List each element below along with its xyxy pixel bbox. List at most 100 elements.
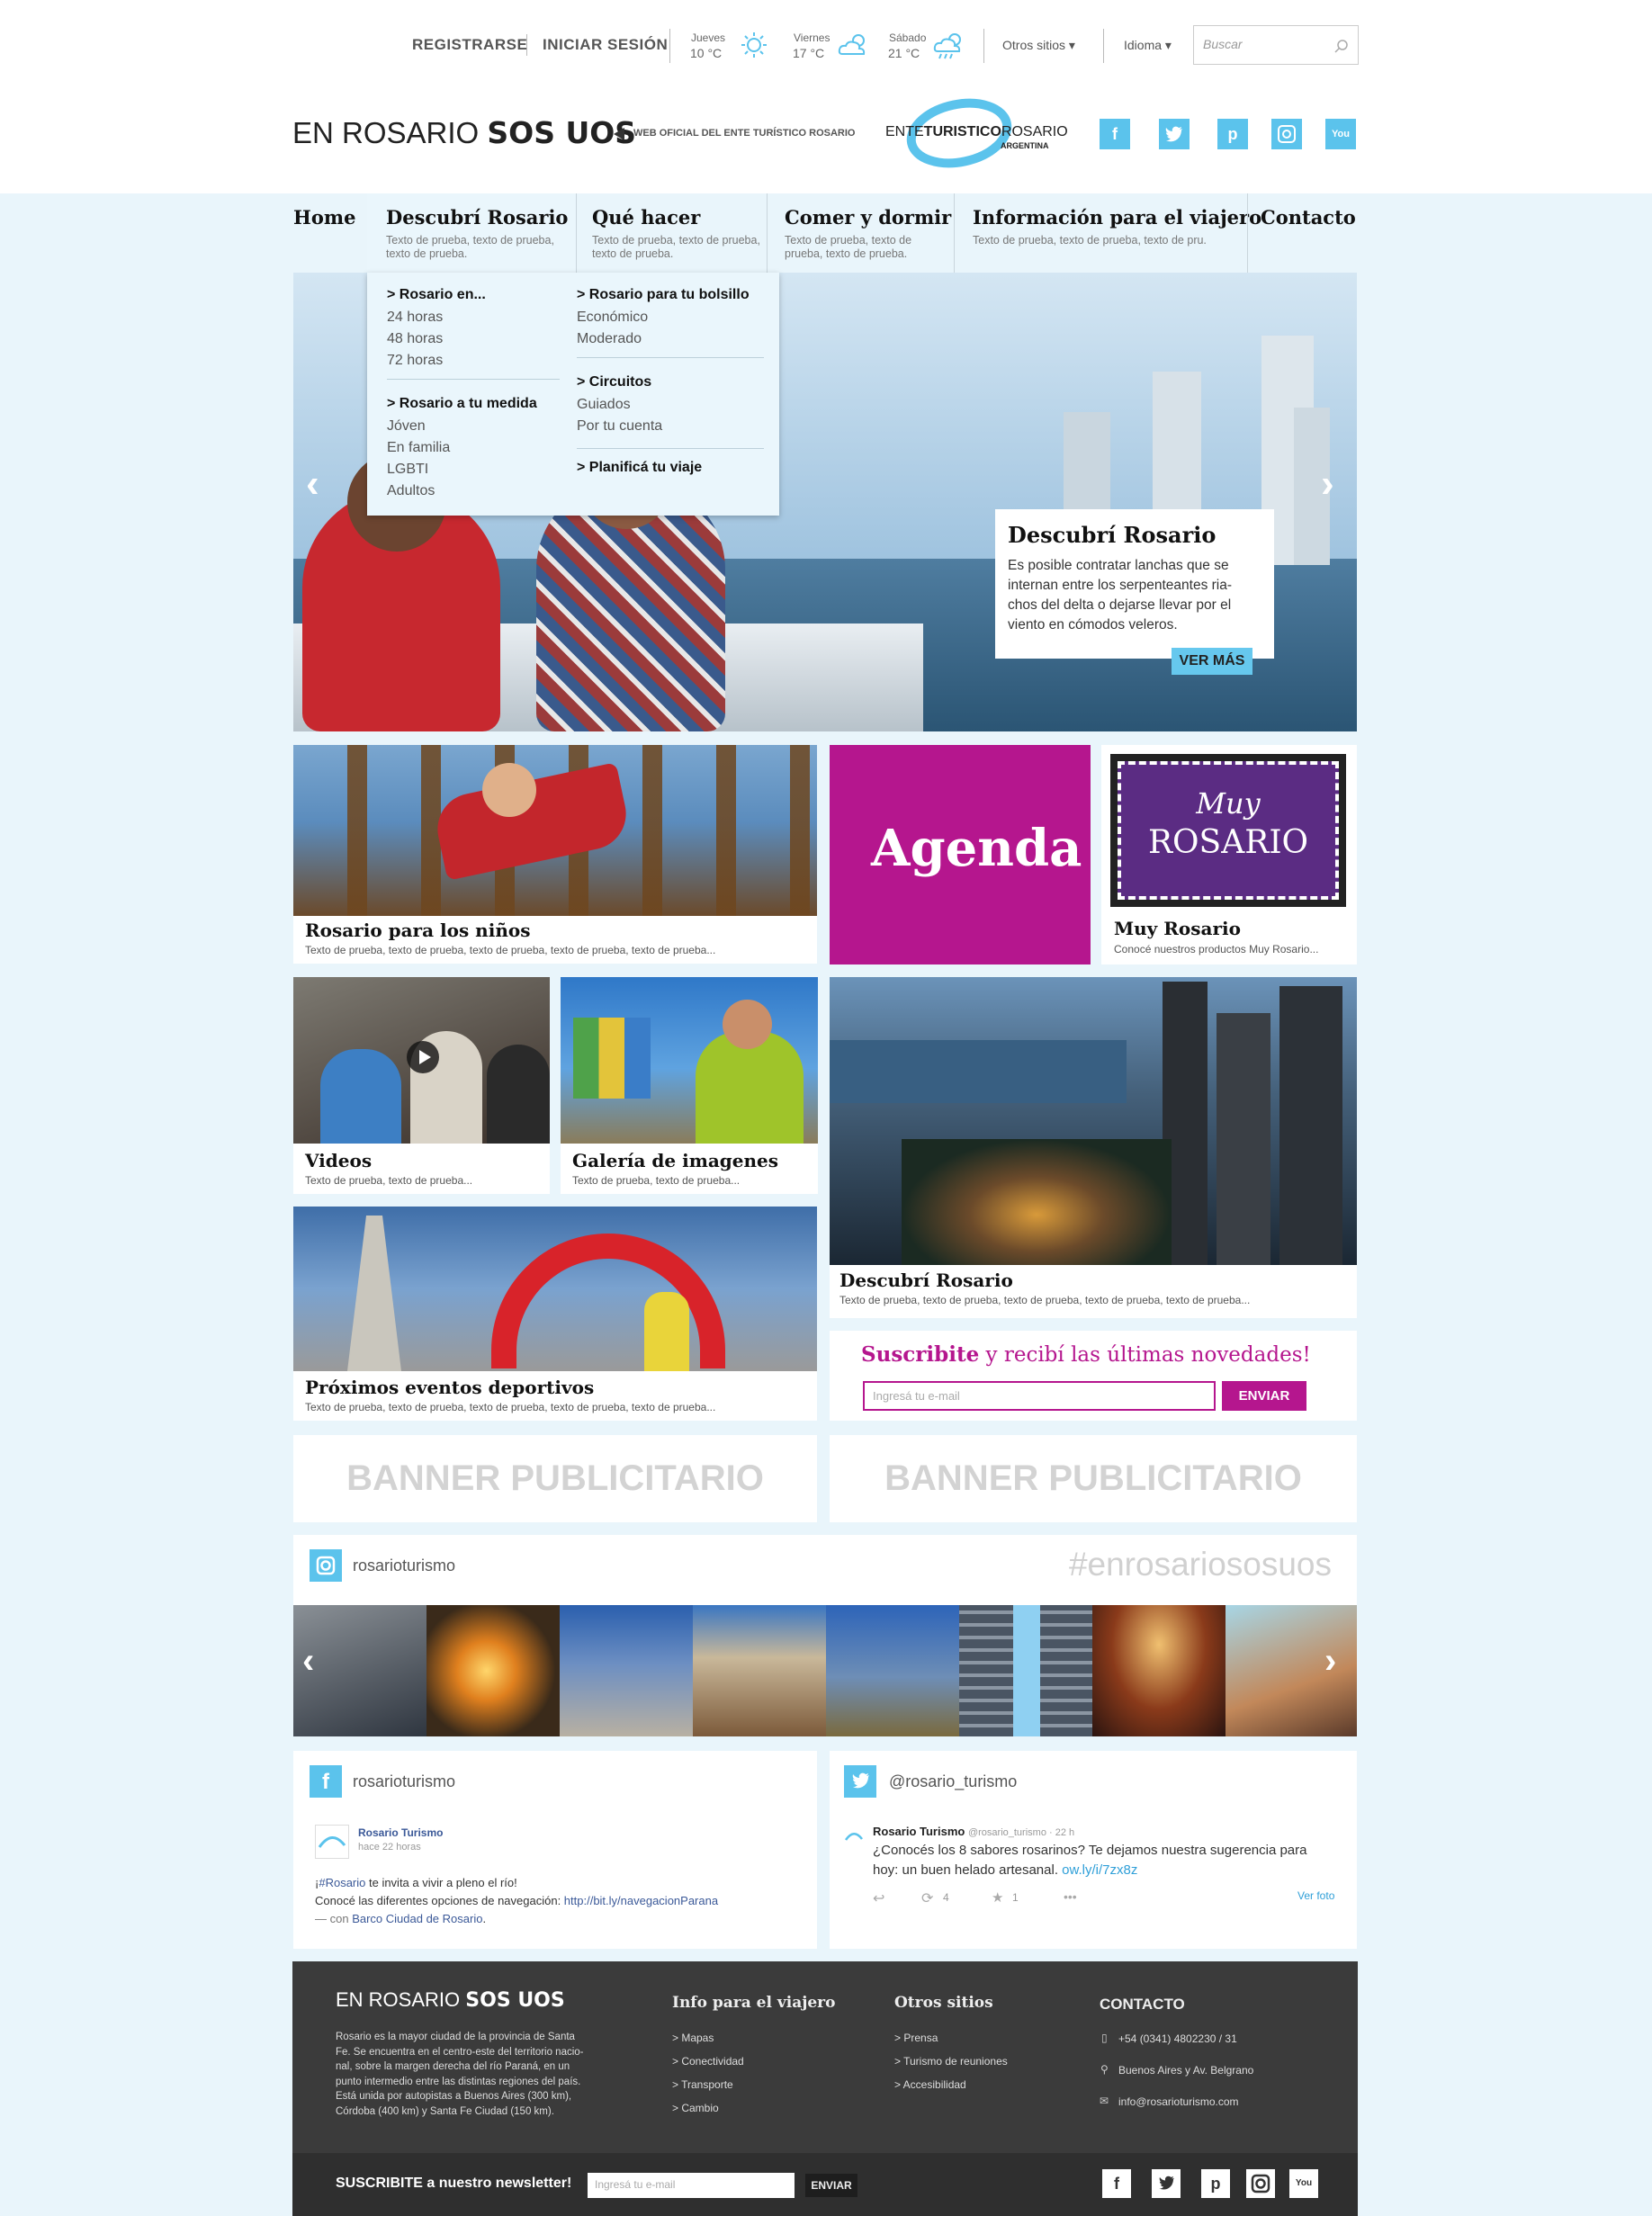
dropdown-item[interactable]: Por tu cuenta — [577, 418, 662, 435]
newsletter-email-input[interactable]: Ingresá tu e-mail — [588, 2173, 795, 2198]
footer-link[interactable]: > Accesibilidad — [894, 2078, 966, 2091]
facebook-username[interactable]: rosarioturismo — [353, 1772, 455, 1791]
twitter-icon[interactable] — [1159, 119, 1190, 149]
rosario-turismo-avatar[interactable] — [844, 1826, 864, 1846]
youtube-icon[interactable]: You — [1289, 2169, 1318, 2198]
rosario-turismo-avatar[interactable] — [315, 1825, 349, 1859]
dropdown-heading[interactable]: > Rosario en... — [387, 287, 486, 303]
search-input[interactable]: Buscar — [1193, 25, 1359, 65]
dropdown-heading[interactable]: > Rosario para tu bolsillo — [577, 287, 750, 303]
pinterest-icon[interactable]: p — [1201, 2169, 1230, 2198]
facebook-icon[interactable]: f — [310, 1765, 342, 1798]
tagged-page-link[interactable]: Barco Ciudad de Rosario — [352, 1912, 482, 1925]
instagram-prev-arrow[interactable]: ‹ — [302, 1641, 314, 1682]
twitter-username[interactable]: @rosario_turismo — [889, 1772, 1017, 1791]
login-link[interactable]: INICIAR SESIÓN — [543, 36, 668, 54]
hashtag-link[interactable]: #Rosario — [319, 1876, 365, 1889]
dropdown-item[interactable]: En familia — [387, 440, 450, 456]
nav-home[interactable]: Home — [293, 193, 365, 273]
dropdown-item[interactable]: LGBTI — [387, 462, 428, 478]
ver-foto-link[interactable]: Ver foto — [1297, 1889, 1334, 1902]
footer-link[interactable]: > Conectividad — [672, 2055, 744, 2068]
tile-agenda[interactable]: Agenda — [830, 745, 1091, 964]
tile-descubri-rosario[interactable]: Descubrí Rosario Texto de prueba, texto … — [830, 977, 1357, 1318]
instagram-photo[interactable] — [426, 1605, 560, 1736]
cloud-sun-icon — [838, 34, 866, 55]
chevron-down-icon: ▾ — [1068, 38, 1075, 52]
other-sites-dropdown[interactable]: Otros sitios ▾ — [1002, 38, 1075, 53]
tile-desc: Texto de prueba, texto de prueba... — [572, 1174, 741, 1187]
pinterest-icon[interactable]: p — [1217, 119, 1248, 149]
ente-turistico-logo[interactable]: ENTETURISTICOROSARIO ARGENTINA — [885, 94, 1068, 171]
hero-prev-arrow[interactable]: ‹ — [306, 462, 319, 507]
instagram-photo[interactable] — [1226, 1605, 1357, 1736]
tweet-link[interactable]: ow.ly/i/7zx8z — [1062, 1862, 1137, 1878]
dropdown-item[interactable]: 72 horas — [387, 353, 443, 369]
ad-banner[interactable]: BANNER PUBLICITARIO — [293, 1435, 817, 1522]
instagram-username[interactable]: rosarioturismo — [353, 1557, 455, 1575]
hero-text: Es posible contratar lanchas que se inte… — [1008, 558, 1233, 633]
facebook-icon[interactable]: f — [1100, 119, 1130, 149]
footer-link[interactable]: > Cambio — [672, 2102, 719, 2114]
footer-brand[interactable]: EN ROSARIO SOS UOS — [336, 1988, 565, 2012]
nav-title: Contacto — [1261, 206, 1356, 229]
instagram-icon[interactable] — [310, 1549, 342, 1582]
subscribe-button[interactable]: ENVIAR — [1222, 1381, 1306, 1411]
nav-contacto[interactable]: Contacto — [1247, 193, 1359, 273]
play-icon[interactable] — [406, 1040, 440, 1074]
tile-rosario-ninos[interactable]: Rosario para los niños Texto de prueba, … — [293, 745, 817, 964]
dropdown-heading[interactable]: > Circuitos — [577, 374, 651, 390]
dropdown-heading[interactable]: > Rosario a tu medida — [387, 396, 537, 412]
nav-descubri-rosario[interactable]: Descubrí Rosario Texto de prueba, texto … — [367, 193, 576, 273]
nav-comer-dormir[interactable]: Comer y dormir Texto de prueba, texto de… — [767, 193, 954, 273]
footer-link[interactable]: > Prensa — [894, 2032, 938, 2044]
footer-email[interactable]: info@rosarioturismo.com — [1118, 2095, 1239, 2108]
facebook-icon[interactable]: f — [1102, 2169, 1131, 2198]
post-link[interactable]: http://bit.ly/navegacionParana — [564, 1894, 718, 1907]
twitter-icon[interactable] — [844, 1765, 876, 1798]
nav-informacion-viajero[interactable]: Información para el viajero Texto de pru… — [954, 193, 1261, 273]
nav-que-hacer[interactable]: Qué hacer Texto de prueba, texto de prue… — [576, 193, 767, 273]
search-icon[interactable] — [1334, 39, 1349, 53]
youtube-icon[interactable]: You — [1325, 119, 1356, 149]
reply-icon[interactable]: ↩ — [873, 1889, 884, 1907]
dropdown-item[interactable]: Jóven — [387, 418, 426, 435]
footer-link[interactable]: > Mapas — [672, 2032, 714, 2044]
instagram-photo[interactable] — [1092, 1605, 1226, 1736]
instagram-photo[interactable] — [826, 1605, 959, 1736]
dropdown-item[interactable]: 48 horas — [387, 331, 443, 347]
favorite-icon[interactable]: ★ — [992, 1889, 1003, 1906]
twitter-icon[interactable] — [1152, 2169, 1181, 2198]
site-brand[interactable]: EN ROSARIO SOS UOS — [292, 115, 636, 150]
dropdown-item[interactable]: 24 horas — [387, 310, 443, 326]
footer-link[interactable]: > Turismo de reuniones — [894, 2055, 1008, 2068]
newsletter-send-button[interactable]: ENVIAR — [805, 2174, 857, 2197]
hero-next-arrow[interactable]: › — [1321, 462, 1334, 507]
instagram-next-arrow[interactable]: › — [1324, 1641, 1336, 1682]
facebook-page-name[interactable]: Rosario Turismo — [358, 1826, 443, 1839]
instagram-icon[interactable] — [1246, 2169, 1275, 2198]
tile-eventos-deportivos[interactable]: Próximos eventos deportivos Texto de pru… — [293, 1207, 817, 1421]
more-icon[interactable]: ••• — [1064, 1889, 1077, 1904]
instagram-strip[interactable]: ‹ › — [293, 1605, 1357, 1736]
footer-link[interactable]: > Transporte — [672, 2078, 733, 2091]
dropdown-item[interactable]: Adultos — [387, 483, 435, 499]
tile-title: Próximos eventos deportivos — [305, 1377, 595, 1398]
instagram-photo[interactable] — [959, 1605, 1092, 1736]
instagram-photo[interactable] — [693, 1605, 826, 1736]
tile-galeria[interactable]: Galería de imagenes Texto de prueba, tex… — [561, 977, 818, 1194]
instagram-photo[interactable] — [560, 1605, 693, 1736]
retweet-icon[interactable]: ⟳ — [921, 1889, 933, 1907]
subscribe-email-input[interactable]: Ingresá tu e-mail — [863, 1381, 1216, 1411]
language-dropdown[interactable]: Idioma ▾ — [1124, 38, 1172, 53]
ver-mas-button[interactable]: VER MÁS — [1172, 648, 1252, 675]
tile-muy-rosario[interactable]: Muy Rosario Muy Rosario Conocé nuestros … — [1101, 745, 1357, 964]
instagram-icon[interactable] — [1271, 119, 1302, 149]
ad-banner[interactable]: BANNER PUBLICITARIO — [830, 1435, 1357, 1522]
dropdown-item[interactable]: Moderado — [577, 331, 642, 347]
dropdown-item[interactable]: Económico — [577, 310, 648, 326]
register-link[interactable]: REGISTRARSE — [412, 36, 527, 54]
tile-videos[interactable]: Videos Texto de prueba, texto de prueba.… — [293, 977, 550, 1194]
dropdown-item[interactable]: Guiados — [577, 397, 631, 413]
dropdown-heading[interactable]: > Planificá tu viaje — [577, 460, 702, 476]
